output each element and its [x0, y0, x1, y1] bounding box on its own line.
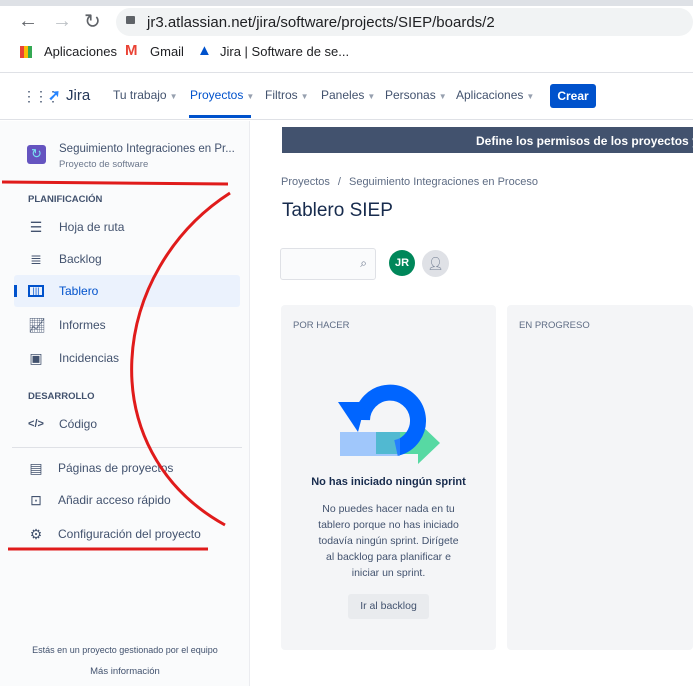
- sidebar-item-settings[interactable]: ⚙ Configuración del proyecto: [14, 518, 240, 550]
- nav-label: Tu trabajo: [113, 88, 167, 102]
- sidebar-divider: [12, 447, 242, 448]
- sidebar-item-pages[interactable]: ▤ Páginas de proyectos: [14, 452, 240, 484]
- sidebar-item-label: Backlog: [59, 252, 102, 266]
- project-avatar-icon: ↻: [27, 145, 46, 164]
- nav-label: Proyectos: [190, 88, 244, 102]
- nav-label: Paneles: [321, 88, 365, 102]
- page-icon: ▤: [29, 460, 43, 476]
- gear-icon: ⚙: [29, 526, 43, 542]
- address-bar[interactable]: jr3.atlassian.net/jira/software/projects…: [116, 8, 693, 36]
- sidebar-item-add-shortcut[interactable]: ⊡ Añadir acceso rápido: [14, 484, 240, 516]
- permissions-banner[interactable]: Define los permisos de los proyectos y l…: [282, 127, 693, 153]
- sidebar-item-label: Informes: [59, 318, 106, 332]
- empty-state-text: No puedes hacer nada en tu tablero porqu…: [281, 501, 496, 581]
- active-item-indicator: [14, 285, 17, 297]
- sidebar-item-label: Configuración del proyecto: [58, 527, 201, 541]
- sidebar-item-code[interactable]: </> Código: [14, 408, 240, 440]
- reload-icon[interactable]: ↻: [84, 9, 101, 34]
- jira-logo-icon: ➚: [48, 87, 61, 104]
- code-icon: </>: [28, 418, 44, 430]
- text-line: todavía ningún sprint. Dirígete: [318, 535, 459, 547]
- active-nav-indicator: [189, 115, 251, 118]
- sidebar-item-label: Añadir acceso rápido: [58, 493, 171, 507]
- add-people-icon[interactable]: 👤︎: [422, 250, 449, 277]
- project-type: Proyecto de software: [59, 159, 149, 170]
- sidebar-item-label: Incidencias: [59, 351, 120, 365]
- column-title: EN PROGRESO: [519, 320, 590, 331]
- atlassian-icon: ▲: [197, 42, 212, 59]
- sidebar: [0, 121, 250, 686]
- nav-label: Filtros: [265, 88, 298, 102]
- breadcrumb-project[interactable]: Seguimiento Integraciones en Proceso: [349, 176, 538, 188]
- project-name[interactable]: Seguimiento Integraciones en Pr...: [59, 143, 235, 155]
- nav-personas[interactable]: Personas ▼: [385, 88, 447, 102]
- sidebar-item-label: Páginas de proyectos: [58, 461, 174, 475]
- apps-grid-icon: [20, 46, 32, 58]
- chevron-down-icon: ▼: [169, 92, 178, 101]
- back-icon[interactable]: ←: [18, 10, 38, 33]
- bookmark-apps[interactable]: Aplicaciones: [44, 44, 117, 59]
- backlog-icon: ≣: [30, 251, 42, 267]
- nav-label: Personas: [385, 88, 436, 102]
- go-to-backlog-button[interactable]: Ir al backlog: [348, 594, 429, 619]
- section-desarrollo: DESARROLLO: [28, 391, 95, 402]
- sprint-illustration-icon: [338, 384, 440, 464]
- chevron-down-icon: ▼: [367, 92, 376, 101]
- nav-proyectos[interactable]: Proyectos ▼: [190, 88, 254, 102]
- banner-text: Define los permisos de los proyectos y l…: [476, 134, 693, 148]
- breadcrumb-separator: /: [337, 176, 341, 188]
- add-shortcut-icon: ⊡: [30, 492, 42, 508]
- column-in-progress: EN PROGRESO: [507, 305, 693, 650]
- breadcrumb-projects[interactable]: Proyectos: [281, 176, 330, 188]
- sidebar-item-label: Hoja de ruta: [59, 220, 125, 234]
- sidebar-item-label: Código: [59, 417, 98, 431]
- sidebar-item-board[interactable]: ||| Tablero: [14, 275, 240, 307]
- sidebar-footer-text: Estás en un proyecto gestionado por el e…: [32, 645, 218, 655]
- breadcrumb: Proyectos / Seguimiento Integraciones en P…: [281, 176, 538, 188]
- bookmark-jira[interactable]: Jira | Software de se...: [220, 44, 349, 59]
- sidebar-item-issues[interactable]: ▣ Incidencias: [14, 342, 240, 374]
- board-icon: |||: [28, 285, 44, 297]
- create-button[interactable]: Crear: [550, 84, 596, 108]
- gmail-icon: M: [125, 42, 138, 59]
- search-input[interactable]: ⌕: [280, 248, 376, 280]
- sidebar-item-backlog[interactable]: ≣ Backlog: [14, 243, 240, 275]
- page-title: Tablero SIEP: [282, 200, 393, 221]
- nav-tu-trabajo[interactable]: Tu trabajo ▼: [113, 88, 178, 102]
- text-line: No puedes hacer nada en tu: [322, 503, 455, 515]
- empty-state-title: No has iniciado ningún sprint: [311, 476, 466, 488]
- nav-paneles[interactable]: Paneles ▼: [321, 88, 375, 102]
- sidebar-item-label: Tablero: [59, 284, 99, 298]
- bookmark-gmail[interactable]: Gmail: [150, 44, 184, 59]
- sidebar-item-roadmap[interactable]: ☰ Hoja de ruta: [14, 211, 240, 243]
- reports-icon: 📈︎: [28, 317, 46, 333]
- chevron-down-icon: ▼: [526, 92, 535, 101]
- jira-logo-text[interactable]: Jira: [66, 87, 90, 104]
- nav-filtros[interactable]: Filtros ▼: [265, 88, 309, 102]
- chevron-down-icon: ▼: [438, 92, 447, 101]
- search-icon: ⌕: [360, 256, 367, 270]
- forward-icon[interactable]: →: [52, 10, 72, 33]
- text-line: al backlog para planificar e: [326, 551, 451, 563]
- section-planificacion: PLANIFICACIÓN: [28, 194, 103, 205]
- nav-label: Aplicaciones: [456, 88, 524, 102]
- chevron-down-icon: ▼: [246, 92, 255, 101]
- more-info-link[interactable]: Más información: [0, 666, 250, 677]
- text-line: iniciar un sprint.: [351, 567, 426, 579]
- nav-aplicaciones[interactable]: Aplicaciones ▼: [456, 88, 534, 102]
- text-line: tablero porque no has iniciado: [318, 519, 459, 531]
- avatar[interactable]: JR: [389, 250, 415, 276]
- column-title: POR HACER: [293, 320, 350, 331]
- chevron-down-icon: ▼: [300, 92, 309, 101]
- issues-icon: ▣: [29, 350, 43, 366]
- sidebar-item-reports[interactable]: 📈︎ Informes: [14, 309, 240, 341]
- lock-icon: [126, 16, 135, 24]
- roadmap-icon: ☰: [29, 219, 43, 235]
- url-text: jr3.atlassian.net/jira/software/projects…: [147, 14, 495, 31]
- tab-strip: [0, 0, 693, 6]
